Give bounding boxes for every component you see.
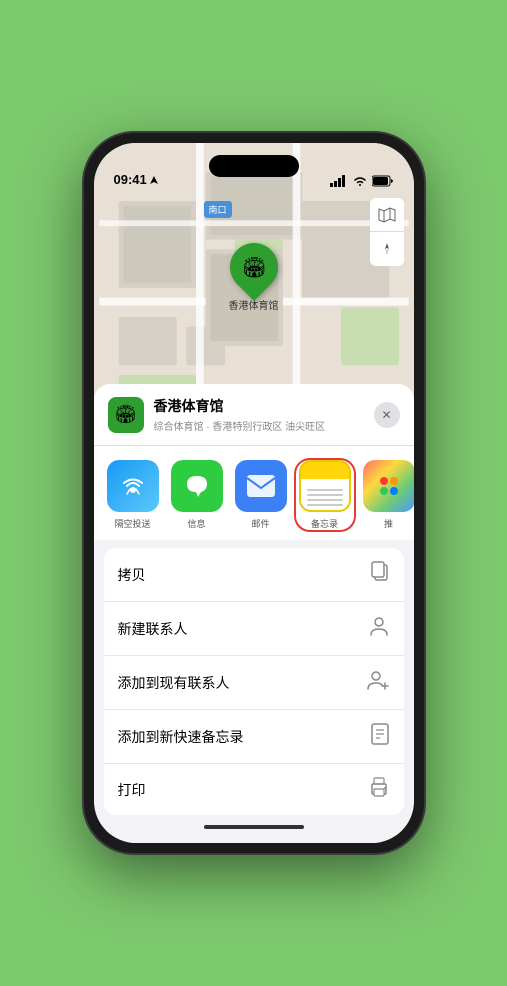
map-label: 南口 <box>204 201 232 218</box>
venue-close-button[interactable]: ✕ <box>374 402 400 428</box>
copy-icon <box>370 561 390 588</box>
add-existing-icon <box>366 669 390 696</box>
more-label: 推 <box>384 517 393 530</box>
new-contact-icon <box>368 615 390 642</box>
messages-label: 信息 <box>187 517 205 530</box>
share-mail[interactable]: 邮件 <box>232 460 290 530</box>
notes-icon <box>299 460 351 512</box>
share-row: 隔空投送 信息 <box>94 446 414 548</box>
location-button[interactable] <box>370 232 404 266</box>
dot-row-1 <box>380 477 398 485</box>
mail-icon <box>235 460 287 512</box>
signal-icon <box>330 175 348 187</box>
pin-emoji: 🏟 <box>241 255 266 280</box>
share-messages[interactable]: 信息 <box>168 460 226 530</box>
person-add-svg <box>366 669 390 691</box>
action-add-notes[interactable]: 添加到新快速备忘录 <box>104 710 404 764</box>
dot-red <box>380 477 388 485</box>
add-notes-icon <box>370 723 390 750</box>
dot-orange <box>390 477 398 485</box>
bottom-sheet: 🏟 香港体育馆 综合体育馆 · 香港特别行政区 油尖旺区 ✕ <box>94 384 414 843</box>
home-bar <box>204 825 304 829</box>
home-indicator <box>94 815 414 843</box>
add-existing-label: 添加到现有联系人 <box>118 673 230 693</box>
more-dots <box>380 477 398 495</box>
status-time: 09:41 <box>114 172 159 187</box>
add-notes-label: 添加到新快速备忘录 <box>118 727 244 747</box>
pin-circle: 🏟 <box>220 233 288 301</box>
notes-line-3 <box>307 499 343 501</box>
action-list: 拷贝 新建联系人 <box>104 548 404 815</box>
venue-name: 香港体育馆 <box>154 396 364 416</box>
action-copy[interactable]: 拷贝 <box>104 548 404 602</box>
notes-lines <box>307 489 343 506</box>
venue-card: 🏟 香港体育馆 综合体育馆 · 香港特别行政区 油尖旺区 ✕ <box>94 384 414 446</box>
map-view-button[interactable] <box>370 198 404 232</box>
share-airdrop[interactable]: 隔空投送 <box>104 460 162 530</box>
mail-label: 邮件 <box>251 517 269 530</box>
messages-svg <box>182 471 212 501</box>
action-new-contact[interactable]: 新建联系人 <box>104 602 404 656</box>
venue-subtitle: 综合体育馆 · 香港特别行政区 油尖旺区 <box>154 418 364 433</box>
notes-label: 备忘录 <box>311 517 338 530</box>
print-icon <box>368 777 390 802</box>
airdrop-icon <box>107 460 159 512</box>
share-notes[interactable]: 备忘录 <box>296 460 354 530</box>
person-svg <box>368 615 390 637</box>
map-label-text: 南口 <box>209 205 227 215</box>
copy-svg <box>370 561 390 583</box>
dynamic-island <box>209 155 299 177</box>
action-print[interactable]: 打印 <box>104 764 404 815</box>
airdrop-svg <box>119 472 147 500</box>
copy-label: 拷贝 <box>118 565 146 585</box>
airdrop-label: 隔空投送 <box>114 517 150 530</box>
print-label: 打印 <box>118 780 146 800</box>
messages-icon <box>171 460 223 512</box>
venue-info: 香港体育馆 综合体育馆 · 香港特别行政区 油尖旺区 <box>154 396 364 433</box>
location-pin: 🏟 香港体育馆 <box>229 243 279 312</box>
mail-svg <box>245 473 277 499</box>
printer-svg <box>368 777 390 797</box>
location-arrow-icon <box>149 175 159 185</box>
more-icon <box>363 460 414 512</box>
status-icons <box>330 175 394 187</box>
phone-screen: 09:41 <box>94 143 414 843</box>
battery-icon <box>372 175 394 187</box>
dot-blue <box>390 487 398 495</box>
new-contact-label: 新建联系人 <box>118 619 188 639</box>
map-controls <box>370 198 404 266</box>
phone-frame: 09:41 <box>84 133 424 853</box>
notes-line-1 <box>307 489 343 491</box>
notes-line-4 <box>307 504 343 506</box>
time-display: 09:41 <box>114 172 147 187</box>
venue-icon: 🏟 <box>108 397 144 433</box>
compass-icon <box>379 241 395 257</box>
map-icon <box>378 207 396 223</box>
share-more[interactable]: 推 <box>360 460 414 530</box>
dot-row-2 <box>380 487 398 495</box>
action-add-existing[interactable]: 添加到现有联系人 <box>104 656 404 710</box>
dot-green <box>380 487 388 495</box>
wifi-icon <box>353 176 367 187</box>
note-svg <box>370 723 390 745</box>
notes-line-2 <box>307 494 343 496</box>
